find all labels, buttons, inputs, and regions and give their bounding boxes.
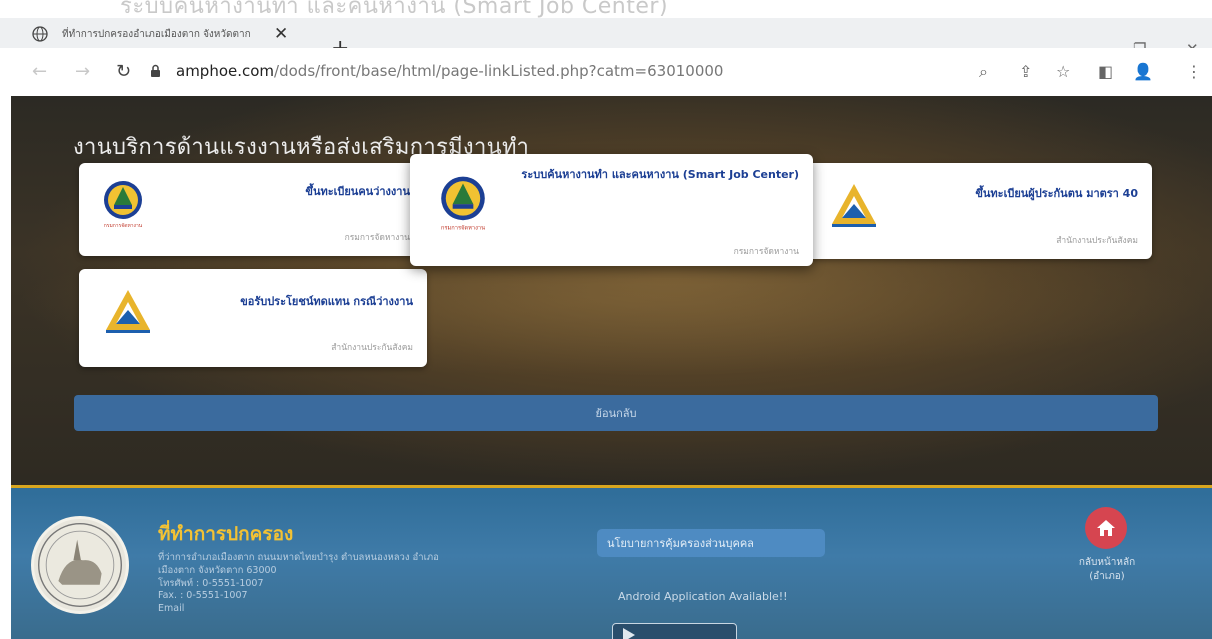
side-panel-icon[interactable]: ◧ bbox=[1098, 62, 1113, 81]
card-agency: สำนักงานประกันสังคม bbox=[1056, 236, 1138, 246]
card-title: ขอรับประโยชน์ทดแทน กรณีว่างงาน bbox=[240, 295, 413, 308]
zoom-icon[interactable]: ⌕ bbox=[979, 62, 988, 82]
footer-fax: Fax. : 0-5551-1007 bbox=[158, 590, 248, 602]
url-host: amphoe.com bbox=[176, 62, 275, 80]
tab-title: ที่ทำการปกครองอำเภอเมืองตาก จังหวัดตาก bbox=[62, 28, 251, 40]
bookmark-star-icon[interactable]: ☆ bbox=[1056, 62, 1070, 81]
profile-icon[interactable]: 👤 bbox=[1133, 62, 1153, 81]
doe-logo-icon: กรมการจัดหางาน bbox=[104, 181, 143, 229]
footer-address-line: ที่ว่าการอำเภอเมืองตาก ถนนมหาดไทยบำรุง ต… bbox=[158, 552, 439, 563]
back-button[interactable]: ย้อนกลับ bbox=[74, 395, 1158, 431]
card-title: ขึ้นทะเบียนคนว่างงาน bbox=[305, 185, 410, 198]
reload-icon[interactable]: ↻ bbox=[116, 61, 131, 82]
service-card-smart-job-center[interactable]: กรมการจัดหางาน ระบบค้นหางานทำ และคนหางาน… bbox=[410, 154, 813, 266]
service-card-unemployment-benefit[interactable]: ขอรับประโยชน์ทดแทน กรณีว่างงาน สำนักงานป… bbox=[79, 269, 427, 367]
home-button[interactable] bbox=[1085, 507, 1127, 549]
doe-logo-icon: กรมการจัดหางาน bbox=[441, 176, 485, 231]
footer-phone: โทรศัพท์ : 0-5551-1007 bbox=[158, 577, 264, 589]
privacy-policy-button[interactable]: นโยบายการคุ้มครองส่วนบุคคล bbox=[597, 529, 825, 557]
home-button-label[interactable]: กลับหน้าหลัก (อำเภอ) bbox=[1059, 556, 1155, 584]
url-path: /dods/front/base/html/page-linkListed.ph… bbox=[274, 62, 724, 80]
service-card-register-unemployed[interactable]: กรมการจัดหางาน ขึ้นทะเบียนคนว่างงาน กรมก… bbox=[79, 163, 424, 256]
footer-title: ที่ทำการปกครอง bbox=[158, 523, 294, 545]
footer-address: ที่ว่าการอำเภอเมืองตาก ถนนมหาดไทยบำรุง ต… bbox=[158, 552, 439, 616]
svg-text:กรมการจัดหางาน: กรมการจัดหางาน bbox=[104, 223, 143, 229]
service-card-register-insured-sec40[interactable]: ขึ้นทะเบียนผู้ประกันตน มาตรา 40 สำนักงาน… bbox=[806, 163, 1152, 259]
document-heading: ระบบค้นหางานทำ และคนหางาน (Smart Job Cen… bbox=[0, 0, 1212, 18]
card-title: ระบบค้นหางานทำ และคนหางาน (Smart Job Cen… bbox=[521, 168, 799, 181]
card-agency: กรมการจัดหางาน bbox=[733, 247, 799, 257]
back-button-label: ย้อนกลับ bbox=[595, 407, 637, 420]
sso-logo-icon bbox=[106, 290, 150, 333]
share-icon[interactable]: ⇪ bbox=[1019, 62, 1032, 81]
android-app-text: Android Application Available!! bbox=[618, 590, 788, 603]
globe-icon bbox=[32, 26, 48, 42]
back-arrow-icon[interactable]: ← bbox=[32, 61, 47, 82]
card-agency: กรมการจัดหางาน bbox=[344, 233, 410, 243]
privacy-policy-label: นโยบายการคุ้มครองส่วนบุคคล bbox=[607, 537, 754, 550]
lock-icon[interactable] bbox=[150, 64, 161, 78]
browser-menu-icon[interactable]: ⋮ bbox=[1186, 62, 1202, 81]
home-label-line: (อำเภอ) bbox=[1089, 571, 1125, 582]
url-field[interactable]: amphoe.com/dods/front/base/html/page-lin… bbox=[176, 62, 723, 80]
browser-tab-bar: ที่ทำการปกครองอำเภอเมืองตาก จังหวัดตาก ✕… bbox=[0, 18, 1212, 60]
footer-email: Email bbox=[158, 603, 185, 615]
document-heading-text: ระบบค้นหางานทำ และคนหางาน (Smart Job Cen… bbox=[120, 0, 669, 18]
page-main: งานบริการด้านแรงงานหรือส่งเสริมการมีงานท… bbox=[11, 96, 1212, 485]
google-play-badge[interactable] bbox=[612, 623, 737, 639]
site-footer: ที่ทำการปกครอง ที่ว่าการอำเภอเมืองตาก ถน… bbox=[11, 485, 1212, 639]
forward-arrow-icon[interactable]: → bbox=[75, 61, 90, 82]
browser-tab[interactable]: ที่ทำการปกครองอำเภอเมืองตาก จังหวัดตาก ✕ bbox=[28, 20, 314, 48]
address-bar-row: ← → ↻ amphoe.com/dods/front/base/html/pa… bbox=[0, 48, 1212, 96]
svg-text:กรมการจัดหางาน: กรมการจัดหางาน bbox=[441, 224, 485, 231]
play-store-icon bbox=[623, 628, 635, 639]
tab-close-icon[interactable]: ✕ bbox=[274, 24, 288, 44]
home-label-line: กลับหน้าหลัก bbox=[1078, 557, 1136, 568]
sso-logo-icon bbox=[832, 184, 876, 227]
card-agency: สำนักงานประกันสังคม bbox=[331, 343, 413, 353]
footer-address-line: เมืองตาก จังหวัดตาก 63000 bbox=[158, 564, 277, 576]
card-title: ขึ้นทะเบียนผู้ประกันตน มาตรา 40 bbox=[975, 187, 1138, 200]
district-seal-icon bbox=[31, 516, 129, 614]
home-icon bbox=[1097, 520, 1115, 536]
